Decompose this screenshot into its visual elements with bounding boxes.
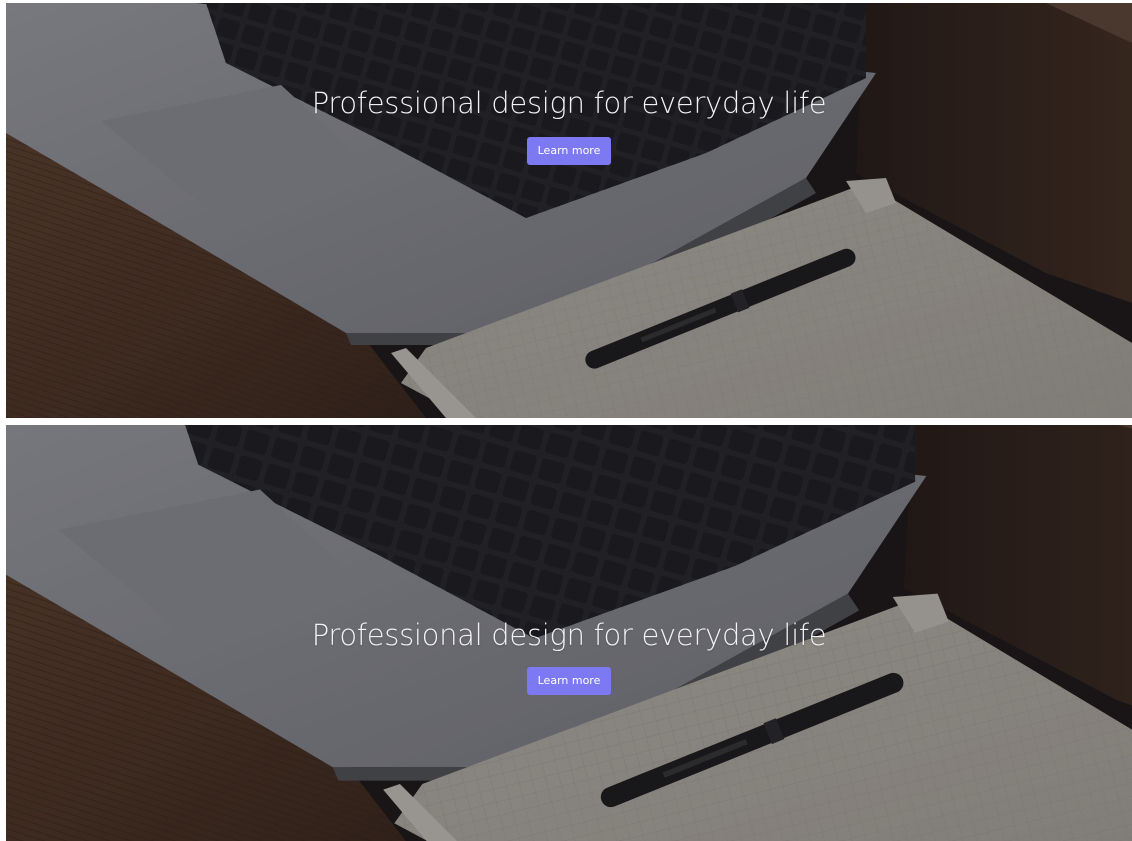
hero-banner-bottom: Professional design for everyday life Le… — [6, 425, 1132, 841]
learn-more-button[interactable]: Learn more — [526, 137, 612, 165]
hero-content: Professional design for everyday life Le… — [6, 615, 1132, 695]
hero-title: Professional design for everyday life — [311, 86, 827, 120]
hero-content: Professional design for everyday life Le… — [6, 83, 1132, 165]
hero-title: Professional design for everyday life — [311, 618, 827, 652]
page: Professional design for everyday life Le… — [0, 0, 1132, 841]
hero-dark-overlay — [6, 3, 1132, 418]
learn-more-button[interactable]: Learn more — [526, 667, 612, 695]
hero-banner-top: Professional design for everyday life Le… — [6, 3, 1132, 418]
